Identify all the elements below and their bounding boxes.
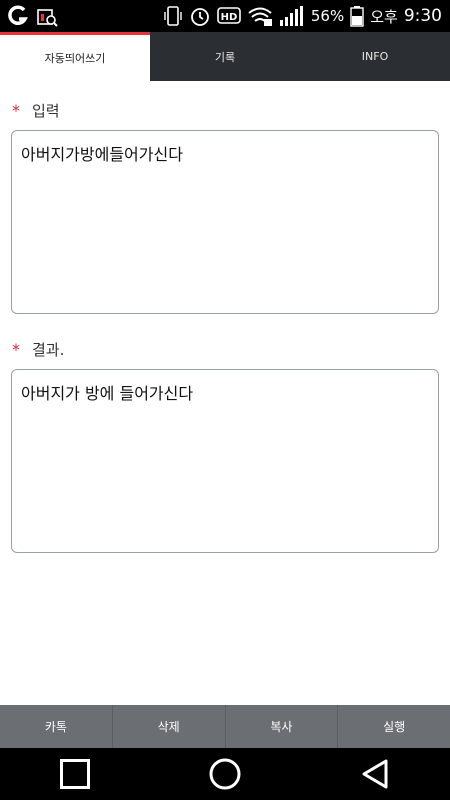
home-button[interactable] <box>195 748 255 800</box>
input-label-text: 입력 <box>32 102 60 120</box>
tab-label: 자동띄어쓰기 <box>44 52 106 65</box>
copy-button[interactable]: 복사 <box>226 705 339 748</box>
bottom-button-bar: 카톡 삭제 복사 실행 <box>0 705 450 748</box>
run-button[interactable]: 실행 <box>338 705 450 748</box>
g-logo-icon <box>8 5 30 27</box>
home-icon <box>209 758 241 790</box>
status-bar: HD 56% 오후 9:30 <box>0 0 450 32</box>
back-button[interactable] <box>345 748 405 800</box>
result-text: 아버지가 방에 들어가신다 <box>21 384 194 403</box>
input-textarea[interactable]: 아버지가방에들어가신다 <box>11 130 439 314</box>
navigation-bar <box>0 748 450 800</box>
recent-apps-button[interactable] <box>45 748 105 800</box>
recent-apps-icon <box>60 759 90 789</box>
tab-history[interactable]: 기록 <box>150 32 300 81</box>
result-label: * 결과. <box>12 339 64 360</box>
input-label: * 입력 <box>12 100 60 121</box>
search-app-icon <box>36 5 58 27</box>
hd-icon: HD <box>217 6 241 26</box>
battery-percent: 56% <box>310 7 345 25</box>
result-textarea[interactable]: 아버지가 방에 들어가신다 <box>11 369 439 553</box>
svg-text:HD: HD <box>221 12 238 23</box>
required-mark: * <box>12 340 20 359</box>
tab-auto-spacing[interactable]: 자동띄어쓰기 <box>0 32 150 81</box>
tab-info[interactable]: INFO <box>300 32 450 81</box>
battery-icon <box>350 5 364 27</box>
result-label-text: 결과. <box>32 341 65 359</box>
vibrate-icon <box>163 5 183 27</box>
input-text: 아버지가방에들어가신다 <box>21 145 183 164</box>
tab-label: 기록 <box>214 50 236 64</box>
delete-button[interactable]: 삭제 <box>113 705 226 748</box>
tab-bar: 자동띄어쓰기 기록 INFO <box>0 32 450 81</box>
signal-icon <box>279 5 305 27</box>
required-mark: * <box>12 101 20 120</box>
alarm-icon <box>189 5 211 27</box>
tab-label: INFO <box>361 50 389 63</box>
status-ampm: 오후 <box>370 7 398 26</box>
wifi-icon <box>247 5 273 27</box>
kakaotalk-button[interactable]: 카톡 <box>0 705 113 748</box>
back-icon <box>362 759 388 789</box>
status-time: 9:30 <box>403 6 442 26</box>
